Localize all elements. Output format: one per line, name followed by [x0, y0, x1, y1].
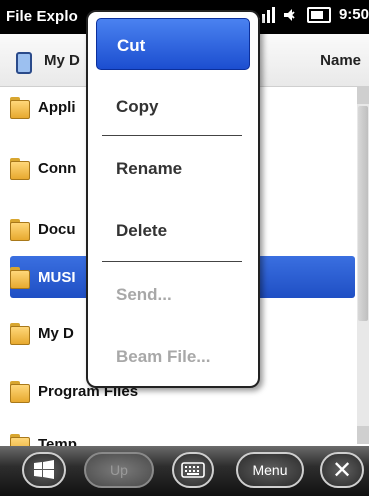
- menu-item-copy[interactable]: Copy: [96, 80, 248, 130]
- menu-item-send: Send...: [96, 268, 248, 318]
- up-button-label: Up: [110, 462, 128, 478]
- device-icon: [16, 52, 32, 74]
- list-item-label: Appli: [38, 99, 76, 116]
- windows-start-icon: [34, 460, 54, 479]
- menu-separator: [102, 261, 242, 262]
- scroll-thumb[interactable]: [358, 106, 368, 321]
- menu-item-label: Beam File...: [116, 347, 211, 366]
- up-button: Up: [84, 452, 154, 488]
- volume-icon[interactable]: [283, 7, 299, 23]
- list-item-label: My D: [38, 325, 74, 342]
- menu-item-rename[interactable]: Rename: [96, 142, 248, 192]
- menu-item-label: Copy: [116, 97, 159, 116]
- menu-item-delete[interactable]: Delete: [96, 204, 248, 254]
- folder-icon: [10, 219, 30, 241]
- clock[interactable]: 9:50: [339, 6, 369, 23]
- status-icons: 9:50: [256, 6, 369, 23]
- scrollbar[interactable]: [357, 86, 369, 444]
- battery-icon[interactable]: [306, 6, 331, 23]
- folder-icon: [10, 158, 30, 180]
- menu-button[interactable]: Menu: [236, 452, 304, 488]
- folder-icon: [10, 97, 30, 119]
- current-folder-dropdown[interactable]: My D: [44, 52, 80, 69]
- close-icon: ✕: [331, 456, 353, 484]
- scroll-down-arrow-icon[interactable]: [357, 426, 369, 444]
- list-item-label: Docu: [38, 221, 76, 238]
- menu-item-label: Send...: [116, 285, 172, 304]
- list-item-label: Conn: [38, 160, 77, 177]
- keyboard-button[interactable]: [172, 452, 214, 488]
- menu-button-label: Menu: [252, 462, 288, 478]
- folder-icon: [10, 381, 30, 403]
- list-item-label: MUSI: [38, 269, 76, 286]
- start-button[interactable]: [22, 452, 66, 488]
- keyboard-icon: [181, 462, 205, 478]
- menu-item-beam-file: Beam File...: [96, 330, 248, 380]
- app-title: File Explo: [6, 8, 78, 25]
- scroll-up-arrow-icon[interactable]: [357, 86, 369, 104]
- menu-item-cut[interactable]: Cut: [96, 18, 250, 70]
- context-menu: Cut Copy Rename Delete Send... Beam File…: [86, 10, 260, 388]
- menu-separator: [102, 135, 242, 136]
- menu-item-label: Delete: [116, 221, 168, 240]
- folder-icon: [10, 323, 30, 345]
- menu-item-label: Rename: [116, 159, 183, 178]
- bottom-bar: Up Menu ✕: [0, 446, 369, 496]
- menu-item-label: Cut: [117, 36, 146, 55]
- close-button[interactable]: ✕: [320, 452, 364, 488]
- folder-icon: [10, 267, 30, 289]
- sort-by-dropdown[interactable]: Name: [320, 52, 361, 69]
